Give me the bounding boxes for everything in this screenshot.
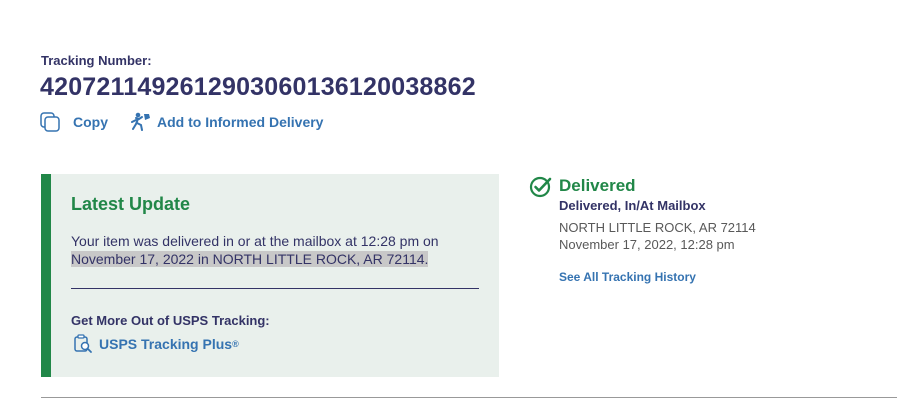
delivery-date: November 17, 2022, 12:28 pm: [559, 237, 735, 252]
section-divider: [41, 397, 897, 398]
tracking-number-label: Tracking Number:: [41, 53, 152, 68]
usps-tracking-plus-label: USPS Tracking Plus: [99, 336, 233, 352]
mail-carrier-icon: [130, 112, 152, 132]
latest-update-card: Latest Update Your item was delivered in…: [41, 174, 499, 377]
latest-update-title: Latest Update: [71, 194, 191, 214]
tracking-actions: Copy Add to Informed Delivery: [40, 112, 323, 132]
usps-tracking-plus-link[interactable]: USPS Tracking Plus ®: [73, 334, 239, 354]
check-circle-icon: [529, 176, 553, 203]
informed-delivery-label: Add to Informed Delivery: [157, 114, 324, 130]
tracking-plus-icon: [73, 334, 93, 354]
delivery-location: NORTH LITTLE ROCK, AR 72114: [559, 220, 756, 235]
copy-button[interactable]: Copy: [40, 112, 108, 132]
latest-update-text-line2: November 17, 2022 in NORTH LITTLE ROCK, …: [71, 251, 429, 267]
update-divider: [71, 288, 479, 289]
delivery-status-title: Delivered: [559, 176, 636, 195]
registered-mark: ®: [232, 339, 239, 349]
more-tracking-title: Get More Out of USPS Tracking:: [71, 313, 270, 328]
tracking-number: 4207211492612903060136120038862: [40, 73, 476, 101]
copy-icon: [40, 112, 61, 132]
see-all-tracking-history-link[interactable]: See All Tracking History: [559, 270, 696, 284]
latest-update-text: Your item was delivered in or at the mai…: [71, 232, 491, 268]
copy-label: Copy: [73, 114, 108, 130]
latest-update-text-line1: Your item was delivered in or at the mai…: [71, 233, 439, 249]
delivery-status-subtitle: Delivered, In/At Mailbox: [559, 198, 706, 213]
add-informed-delivery-button[interactable]: Add to Informed Delivery: [130, 112, 323, 132]
